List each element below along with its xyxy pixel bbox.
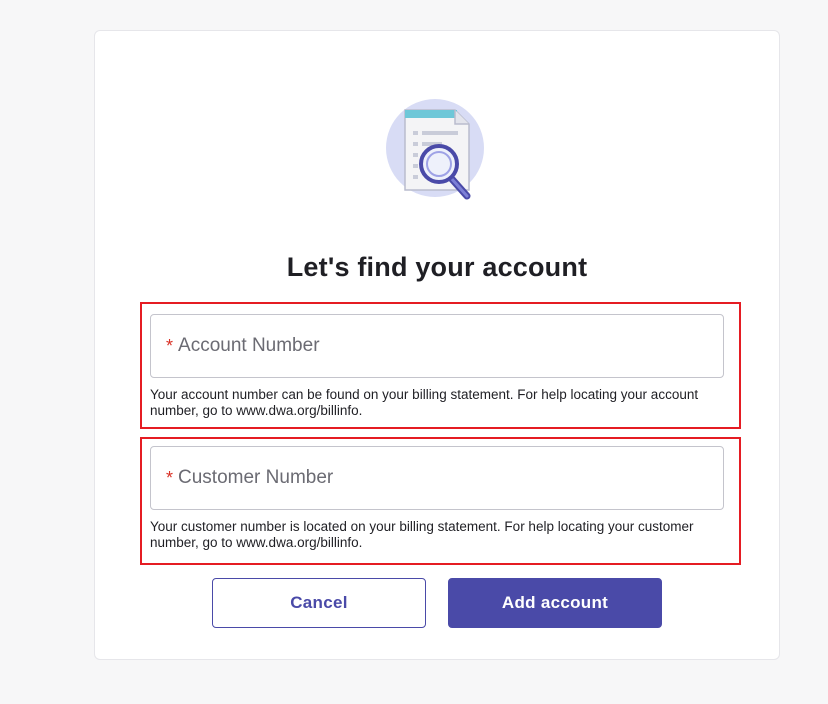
- customer-number-placeholder: Customer Number: [178, 467, 334, 488]
- account-number-input[interactable]: * Account Number: [150, 314, 724, 378]
- page: Let's find your account * Account Number…: [0, 0, 828, 704]
- account-number-help: Your account number can be found on your…: [150, 387, 699, 418]
- required-marker: *: [166, 467, 174, 488]
- required-marker: *: [166, 335, 174, 356]
- add-account-button[interactable]: Add account: [448, 578, 662, 628]
- customer-number-input[interactable]: * Customer Number: [150, 446, 724, 510]
- document-search-icon: [386, 99, 484, 200]
- page-title: Let's find your account: [286, 252, 588, 282]
- customer-number-help: Your customer number is located on your …: [150, 519, 694, 550]
- cancel-button[interactable]: Cancel: [212, 578, 426, 628]
- account-number-placeholder: Account Number: [178, 335, 320, 356]
